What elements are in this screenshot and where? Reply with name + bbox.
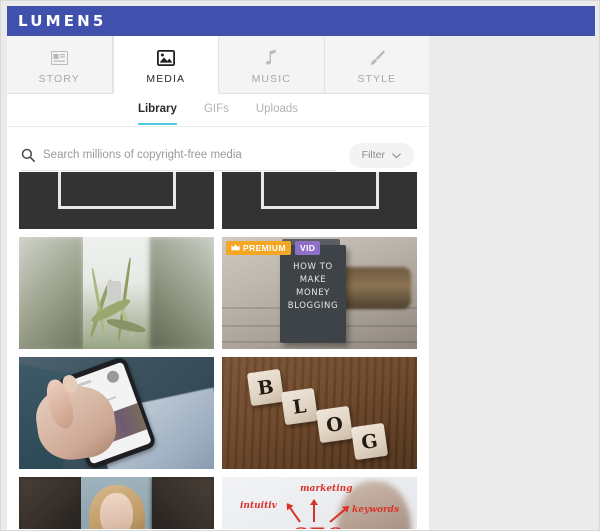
- subtab-library[interactable]: Library: [137, 103, 177, 125]
- tab-story[interactable]: STORY: [7, 36, 113, 94]
- music-note-icon: [264, 48, 278, 68]
- paintbrush-icon: [368, 48, 386, 68]
- article-icon: [50, 48, 68, 68]
- media-card-placeholder-starred[interactable]: ★: [19, 172, 214, 229]
- media-card-nature-plants[interactable]: [19, 237, 214, 349]
- media-subtab-bar: Library GIFs Uploads: [7, 94, 429, 127]
- media-results-grid[interactable]: ★ ★: [7, 172, 429, 529]
- media-card-blog-tiles[interactable]: B L O G: [222, 357, 417, 469]
- vid-badge: VID: [294, 241, 321, 255]
- chalkboard-text: HOW TO MAKE MONEY BLOGGING: [287, 262, 339, 311]
- media-card-phone-instagram[interactable]: [19, 357, 214, 469]
- search-icon: [21, 148, 35, 162]
- media-search-row: Filter: [7, 127, 429, 172]
- media-panel: STORY MEDIA MUSIC STYLE Library GIFs Upl…: [7, 36, 429, 530]
- editor-tab-bar: STORY MEDIA MUSIC STYLE: [7, 36, 429, 94]
- star-filled-icon[interactable]: ★: [119, 172, 147, 175]
- blog-tile: L: [280, 387, 319, 426]
- media-card-seo-whiteboard[interactable]: SEO marketing intuitiv keywords html str…: [222, 477, 417, 529]
- media-card-portrait-woman[interactable]: [19, 477, 214, 529]
- media-thumbnail-seo: SEO marketing intuitiv keywords html str…: [222, 477, 417, 529]
- media-thumbnail-nature: [19, 237, 214, 349]
- chevron-down-icon: [392, 146, 401, 164]
- tab-music-label: MUSIC: [251, 72, 291, 85]
- video-canvas-area[interactable]: [429, 36, 598, 529]
- app-header: LUMEN5: [7, 6, 595, 36]
- subtab-uploads[interactable]: Uploads: [256, 103, 298, 125]
- blog-tile: O: [315, 405, 354, 444]
- media-badge-group: PREMIUM VID: [226, 241, 321, 255]
- seo-word-intuitiv: intuitiv: [240, 501, 277, 511]
- media-card-placeholder-unstarred[interactable]: ★: [222, 172, 417, 229]
- tab-music[interactable]: MUSIC: [219, 36, 325, 94]
- search-field-wrapper[interactable]: [21, 139, 337, 171]
- lumen5-app-window: LUMEN5 STORY MEDIA MUSIC STYLE Library G…: [0, 0, 600, 531]
- tab-style[interactable]: STYLE: [324, 36, 429, 94]
- placeholder-frame: ★: [260, 172, 379, 209]
- seo-word-keywords: keywords: [352, 505, 400, 515]
- crown-icon: [231, 244, 240, 253]
- blog-tile: B: [246, 368, 285, 407]
- premium-badge-label: PREMIUM: [243, 242, 286, 253]
- vid-badge-label: VID: [299, 242, 316, 253]
- seo-center-word: SEO: [292, 523, 344, 529]
- tab-story-label: STORY: [38, 72, 80, 85]
- media-card-how-to-make-money-blogging[interactable]: HOW TO MAKE MONEY BLOGGING PREMIUM VID: [222, 237, 417, 349]
- tab-media-label: MEDIA: [146, 72, 186, 85]
- tab-media[interactable]: MEDIA: [112, 36, 219, 94]
- media-thumbnail-portrait: [19, 477, 214, 529]
- filter-button-label: Filter: [361, 149, 385, 161]
- tab-style-label: STYLE: [357, 72, 397, 85]
- seo-arrow-up: [313, 500, 315, 522]
- blog-tile: G: [350, 422, 389, 461]
- lumen5-logo: LUMEN5: [18, 11, 107, 30]
- premium-badge: PREMIUM: [226, 241, 291, 255]
- placeholder-frame: ★: [57, 172, 176, 209]
- search-input[interactable]: [43, 148, 337, 161]
- media-thumbnail-phone: [19, 357, 214, 469]
- seo-word-marketing: marketing: [300, 484, 353, 494]
- image-icon: [156, 48, 175, 68]
- star-outline-icon[interactable]: ★: [321, 172, 351, 176]
- media-thumbnail-blog: B L O G: [222, 357, 417, 469]
- subtab-gifs[interactable]: GIFs: [204, 103, 229, 125]
- filter-button[interactable]: Filter: [348, 142, 414, 168]
